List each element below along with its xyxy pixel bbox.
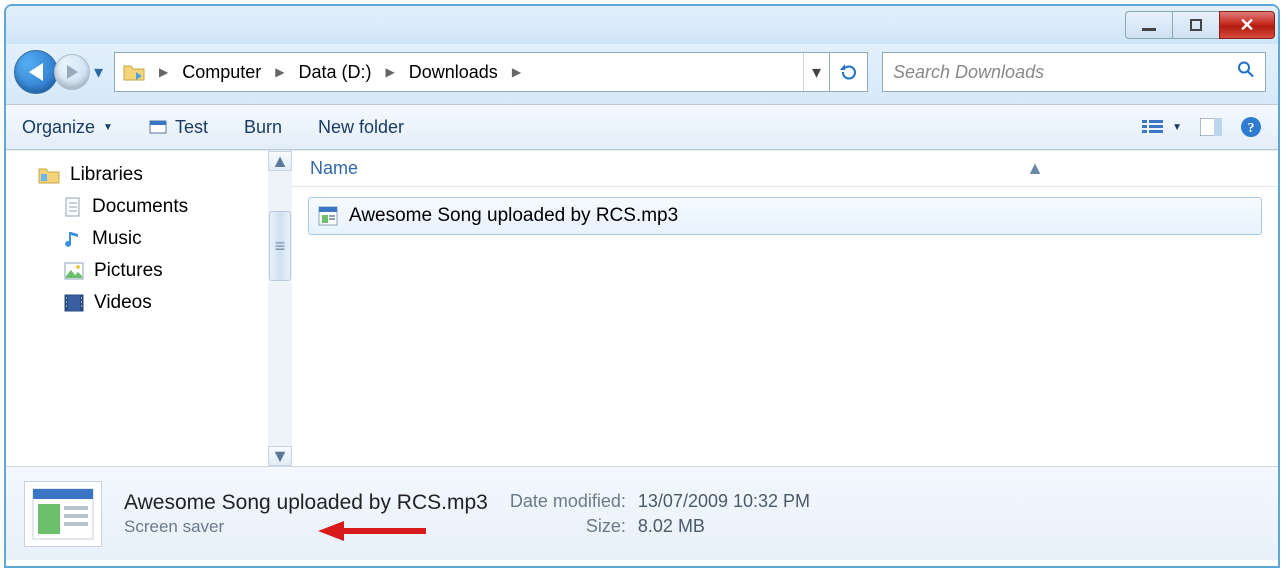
file-row[interactable]: Awesome Song uploaded by RCS.mp3: [308, 197, 1262, 235]
navpane-scrollbar[interactable]: ▲ ▼: [268, 151, 292, 466]
nav-videos[interactable]: Videos: [36, 287, 288, 319]
help-icon: ?: [1240, 116, 1262, 138]
address-dropdown[interactable]: ▾: [803, 53, 829, 91]
search-input[interactable]: Search Downloads: [882, 52, 1266, 92]
view-options-button[interactable]: ▼: [1142, 119, 1182, 135]
test-icon: [149, 118, 167, 136]
scroll-up-icon[interactable]: ▲: [268, 151, 292, 171]
preview-pane-button[interactable]: [1200, 118, 1222, 136]
window-close-button[interactable]: ✕: [1219, 11, 1275, 39]
pictures-icon: [64, 262, 84, 280]
close-icon: ✕: [1239, 15, 1254, 36]
nav-libraries[interactable]: Libraries: [36, 159, 288, 191]
details-thumbnail: [24, 481, 102, 547]
organize-menu[interactable]: Organize ▼: [22, 117, 113, 138]
breadcrumb-separator: ▶: [380, 65, 401, 79]
music-icon: [64, 229, 82, 249]
documents-icon: [64, 197, 82, 217]
breadcrumb-separator: ▶: [506, 65, 527, 79]
details-size-value: 8.02 MB: [638, 516, 810, 537]
back-button[interactable]: [14, 50, 58, 94]
dropdown-caret-icon: ▼: [103, 122, 113, 133]
nav-documents[interactable]: Documents: [36, 191, 288, 223]
column-header-name[interactable]: Name: [292, 158, 792, 179]
refresh-button[interactable]: [830, 52, 868, 92]
scroll-down-icon[interactable]: ▼: [268, 446, 292, 466]
details-pane: Awesome Song uploaded by RCS.mp3 Screen …: [6, 466, 1278, 560]
help-button[interactable]: ?: [1240, 116, 1262, 138]
videos-icon: [64, 294, 84, 312]
scroll-thumb[interactable]: [269, 211, 291, 281]
refresh-icon: [840, 63, 858, 81]
file-name: Awesome Song uploaded by RCS.mp3: [349, 205, 678, 227]
new-folder-button[interactable]: New folder: [318, 117, 404, 138]
arrow-right-icon: [67, 65, 78, 79]
search-icon: [1237, 61, 1255, 84]
column-sort-indicator[interactable]: ▲: [792, 158, 1278, 179]
arrow-left-icon: [29, 63, 43, 81]
breadcrumb-folder[interactable]: Downloads: [401, 53, 506, 91]
svg-text:?: ?: [1248, 121, 1255, 136]
sort-asc-icon: ▲: [1026, 158, 1044, 179]
breadcrumb-computer[interactable]: Computer: [174, 53, 269, 91]
folder-icon: [123, 62, 145, 82]
breadcrumb-separator: ▶: [153, 65, 174, 79]
navigation-pane: Libraries Documents Music Pictures Video…: [6, 151, 292, 466]
address-bar[interactable]: ▶ Computer ▶ Data (D:) ▶ Downloads ▶ ▾: [114, 52, 830, 92]
nav-music[interactable]: Music: [36, 223, 288, 255]
dropdown-caret-icon: ▼: [1172, 122, 1182, 133]
details-filetype: Screen saver: [124, 517, 488, 537]
window-minimize-button[interactable]: [1125, 11, 1173, 39]
search-placeholder: Search Downloads: [893, 62, 1044, 83]
nav-pictures[interactable]: Pictures: [36, 255, 288, 287]
file-icon: [317, 205, 339, 227]
details-date-value: 13/07/2009 10:32 PM: [638, 491, 810, 512]
window-maximize-button[interactable]: [1172, 11, 1220, 39]
details-size-label: Size:: [510, 516, 626, 537]
details-date-label: Date modified:: [510, 491, 626, 512]
test-button[interactable]: Test: [149, 117, 208, 138]
breadcrumb-drive[interactable]: Data (D:): [291, 53, 380, 91]
libraries-icon: [38, 165, 60, 185]
preview-pane-icon: [1200, 118, 1222, 136]
breadcrumb-separator: ▶: [269, 65, 290, 79]
view-list-icon: [1142, 119, 1164, 135]
burn-button[interactable]: Burn: [244, 117, 282, 138]
recent-pages-dropdown[interactable]: ▾: [94, 62, 108, 83]
details-filename: Awesome Song uploaded by RCS.mp3: [124, 491, 488, 515]
forward-button[interactable]: [54, 54, 90, 90]
